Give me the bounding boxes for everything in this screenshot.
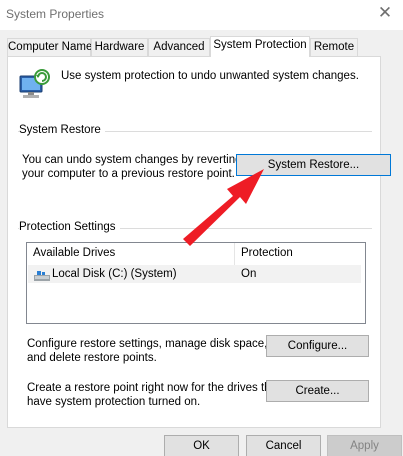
create-text-line2: have system protection turned on. — [27, 396, 201, 408]
tab-system-protection[interactable]: System Protection — [210, 36, 310, 57]
cancel-button[interactable]: Cancel — [246, 435, 321, 456]
intro-text: Use system protection to undo unwanted s… — [61, 70, 359, 82]
protection-settings-group-label: Protection Settings — [19, 221, 120, 233]
system-restore-button[interactable]: System Restore... — [236, 154, 391, 176]
drives-list[interactable]: Available Drives Protection Local Disk (… — [26, 242, 366, 324]
title-bar: System Properties ✕ — [0, 0, 403, 30]
ok-button[interactable]: OK — [164, 435, 239, 456]
drive-name-cell: Local Disk (C:) (System) — [52, 268, 177, 280]
create-button[interactable]: Create... — [266, 380, 369, 402]
drive-protection-cell: On — [241, 268, 257, 280]
system-restore-description-line1: You can undo system changes by reverting — [22, 154, 242, 166]
apply-button: Apply — [327, 435, 402, 456]
configure-button[interactable]: Configure... — [266, 335, 369, 357]
configure-text-line1: Configure restore settings, manage disk … — [27, 338, 268, 350]
system-restore-description-line2: your computer to a previous restore poin… — [22, 168, 235, 180]
configure-text-line2: and delete restore points. — [27, 352, 157, 364]
table-row[interactable]: Local Disk (C:) (System) On — [28, 265, 361, 283]
system-protection-icon — [19, 69, 50, 98]
close-icon[interactable]: ✕ — [375, 3, 395, 23]
column-header-available-drives[interactable]: Available Drives — [27, 243, 235, 265]
tab-remote[interactable]: Remote — [310, 38, 358, 56]
system-restore-group-label: System Restore — [19, 124, 105, 136]
tab-hardware[interactable]: Hardware — [91, 38, 148, 56]
tab-advanced[interactable]: Advanced — [148, 38, 210, 56]
drive-icon — [34, 269, 50, 281]
window-title: System Properties — [6, 7, 105, 21]
create-text-line1: Create a restore point right now for the… — [27, 382, 281, 394]
tab-computer-name[interactable]: Computer Name — [7, 38, 92, 56]
column-header-protection[interactable]: Protection — [235, 243, 365, 265]
system-protection-panel: Use system protection to undo unwanted s… — [7, 56, 391, 428]
